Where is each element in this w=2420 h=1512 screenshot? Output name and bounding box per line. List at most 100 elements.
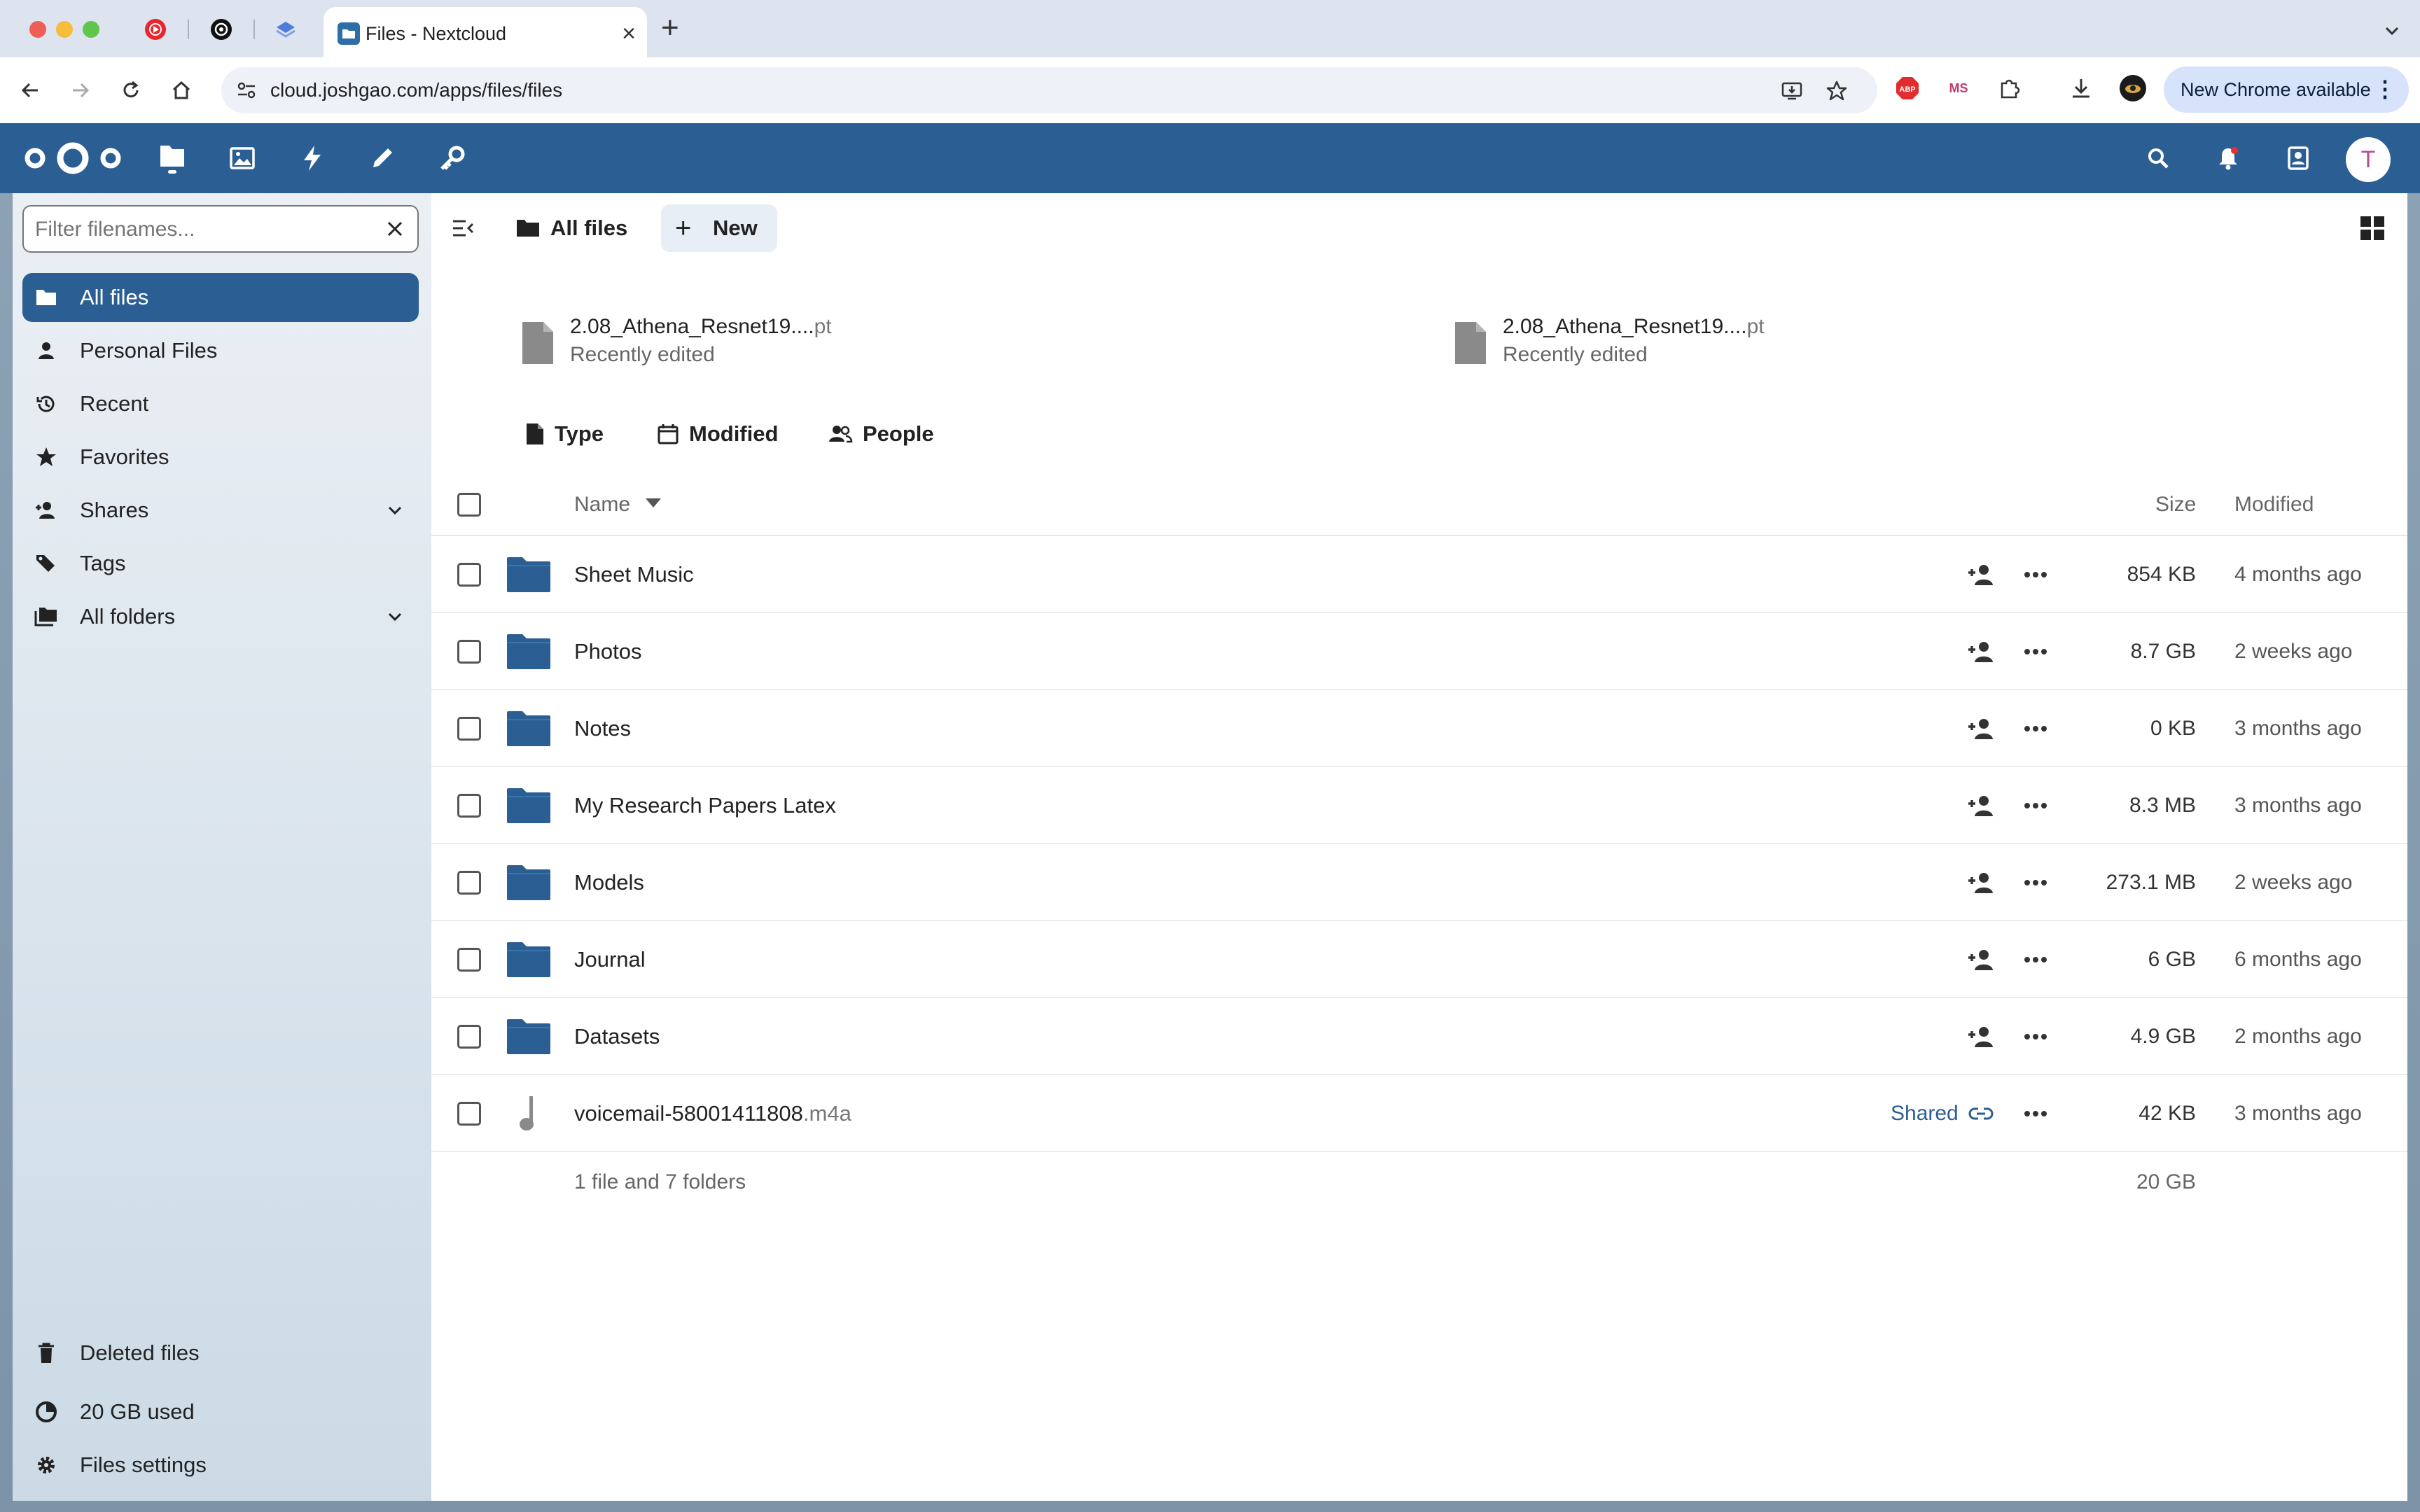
contacts-menu-button[interactable]	[2280, 140, 2316, 176]
recommended-file[interactable]: 2.08_Athena_Resnet19....pt Recently edit…	[520, 314, 940, 384]
adblock-plus-extension[interactable]: ABP	[1892, 73, 1923, 104]
close-window-button[interactable]	[29, 21, 46, 38]
sidebar-item-favorites[interactable]: Favorites	[22, 433, 419, 482]
file-name[interactable]: My Research Papers Latex	[574, 792, 836, 819]
column-header-size[interactable]: Size	[2155, 491, 2196, 518]
sidebar-item-tags[interactable]: Tags	[22, 539, 419, 588]
maximize-window-button[interactable]	[83, 21, 99, 38]
sidebar-item-recent[interactable]: Recent	[22, 379, 419, 428]
folder-icon	[507, 1019, 550, 1054]
sidebar-item-all-folders[interactable]: All folders	[22, 592, 419, 641]
row-checkbox[interactable]	[457, 640, 481, 664]
add-share-icon[interactable]	[1965, 560, 1997, 589]
extensions-button[interactable]	[1994, 73, 2025, 104]
row-checkbox[interactable]	[457, 871, 481, 895]
sidebar-item-personal-files[interactable]: Personal Files	[22, 326, 419, 375]
site-info-icon[interactable]	[235, 79, 258, 102]
chrome-update-label: New Chrome available	[2181, 79, 2371, 100]
row-checkbox[interactable]	[457, 563, 481, 587]
active-tab[interactable]: Files - Nextcloud ×	[324, 7, 647, 57]
activity-app-icon[interactable]	[294, 140, 331, 176]
row-checkbox[interactable]	[457, 1102, 481, 1126]
forward-button[interactable]	[63, 73, 98, 108]
tab-close-icon[interactable]: ×	[622, 21, 636, 46]
table-row[interactable]: Journal 6 GB 6 months ago	[431, 921, 2407, 998]
shared-label[interactable]: Shared	[1891, 1100, 1959, 1127]
add-share-icon[interactable]	[1965, 1022, 1997, 1051]
add-share-icon[interactable]	[1965, 637, 1997, 666]
clear-filter-icon[interactable]	[382, 216, 408, 241]
row-checkbox[interactable]	[457, 794, 481, 818]
column-header-modified[interactable]: Modified	[2234, 491, 2314, 518]
table-row[interactable]: Photos 8.7 GB 2 weeks ago	[431, 613, 2407, 690]
file-size: 8.7 GB	[2130, 640, 2196, 663]
files-app-icon[interactable]	[154, 140, 190, 176]
back-button[interactable]	[13, 73, 48, 108]
home-button[interactable]	[164, 73, 199, 108]
recommended-file[interactable]: 2.08_Athena_Resnet19....pt Recently edit…	[1452, 314, 1872, 384]
downloads-button[interactable]	[2066, 73, 2096, 104]
reload-button[interactable]	[113, 73, 148, 108]
add-share-icon[interactable]	[1965, 945, 1997, 974]
table-row[interactable]: Datasets 4.9 GB 2 months ago	[431, 998, 2407, 1075]
new-button[interactable]: + New	[661, 204, 777, 252]
pinned-tab-openai[interactable]	[206, 14, 237, 45]
chrome-update-button[interactable]: New Chrome available ⋮	[2164, 66, 2409, 113]
table-row[interactable]: Sheet Music 854 KB 4 months ago	[431, 536, 2407, 613]
ms-extension[interactable]: MS	[1943, 73, 1974, 104]
grid-view-toggle[interactable]	[2356, 211, 2389, 245]
sort-descending-icon[interactable]	[646, 498, 661, 507]
file-name[interactable]: Datasets	[574, 1023, 660, 1050]
select-all-checkbox[interactable]	[457, 493, 481, 517]
tab-search-button[interactable]	[2378, 17, 2406, 45]
sidebar-item-files-settings[interactable]: Files settings	[22, 1441, 419, 1490]
file-name[interactable]: Models	[574, 869, 644, 896]
row-checkbox[interactable]	[457, 948, 481, 972]
table-row[interactable]: Notes 0 KB 3 months ago	[431, 690, 2407, 767]
bookmark-star-icon[interactable]	[1825, 79, 1849, 103]
nextcloud-logo-icon[interactable]	[20, 140, 126, 176]
filter-modified-button[interactable]: Modified	[657, 412, 778, 456]
unified-search-button[interactable]	[2140, 140, 2176, 176]
sidebar-item-deleted-files[interactable]: Deleted files	[22, 1329, 419, 1378]
folder-icon	[507, 634, 550, 669]
row-checkbox[interactable]	[457, 717, 481, 741]
breadcrumb-all-files[interactable]: All files	[515, 206, 627, 251]
sidebar-item-shares[interactable]: Shares	[22, 486, 419, 535]
sidebar-item-all-files[interactable]: All files	[22, 273, 419, 322]
filter-type-button[interactable]: Type	[525, 412, 604, 456]
file-name[interactable]: Journal	[574, 946, 646, 973]
file-name[interactable]: Sheet Music	[574, 561, 694, 588]
pinned-tab-youtube-music[interactable]	[140, 14, 171, 45]
file-name[interactable]: Photos	[574, 638, 642, 665]
file-name[interactable]: voicemail-58001411808.m4a	[574, 1100, 851, 1127]
pinned-tab-app[interactable]	[270, 14, 301, 45]
install-app-icon[interactable]	[1780, 79, 1804, 103]
storage-quota[interactable]: 20 GB used	[22, 1387, 419, 1436]
file-name[interactable]: Notes	[574, 715, 631, 742]
chevron-down-icon[interactable]	[382, 604, 408, 629]
add-share-icon[interactable]	[1965, 714, 1997, 743]
add-share-icon[interactable]	[1965, 868, 1997, 897]
column-header-name[interactable]: Name	[574, 491, 630, 518]
filter-filenames-input[interactable]	[34, 206, 373, 253]
notes-app-icon[interactable]	[364, 140, 401, 176]
add-share-icon[interactable]	[1965, 791, 1997, 820]
notifications-button[interactable]	[2210, 140, 2246, 176]
new-tab-button[interactable]: +	[661, 11, 679, 45]
passwords-app-icon[interactable]	[434, 140, 471, 176]
minimize-window-button[interactable]	[56, 21, 73, 38]
toggle-navigation-button[interactable]	[448, 213, 479, 244]
filter-people-button[interactable]: People	[828, 412, 934, 456]
row-checkbox[interactable]	[457, 1025, 481, 1049]
profile-button[interactable]	[2118, 73, 2148, 104]
table-row[interactable]: Models 273.1 MB 2 weeks ago	[431, 844, 2407, 921]
user-avatar[interactable]: T	[2346, 137, 2391, 182]
table-row[interactable]: voicemail-58001411808.m4a Shared 42 KB 3 mo…	[431, 1075, 2407, 1152]
chevron-down-icon[interactable]	[382, 498, 408, 523]
table-row[interactable]: My Research Papers Latex 8.3 MB 3 months a…	[431, 767, 2407, 844]
filter-filenames-field[interactable]	[22, 205, 419, 253]
address-bar[interactable]: cloud.joshgao.com/apps/files/files	[221, 67, 1877, 113]
link-icon[interactable]	[1965, 1099, 1997, 1128]
photos-app-icon[interactable]	[224, 140, 260, 176]
